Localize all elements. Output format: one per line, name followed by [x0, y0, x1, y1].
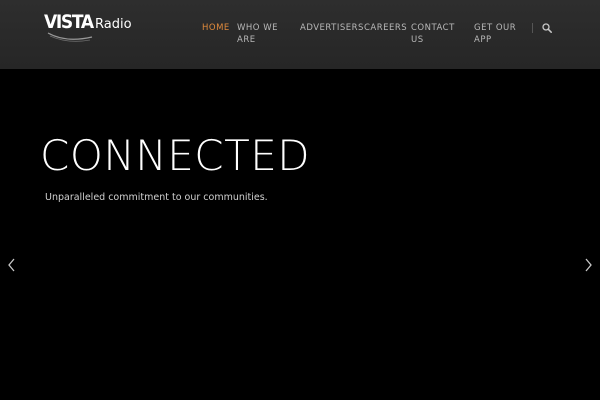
chevron-left-icon[interactable] — [6, 257, 18, 273]
nav-item-careers[interactable]: CAREERS — [364, 22, 407, 34]
nav-divider — [532, 23, 533, 33]
nav-item-who-we-are[interactable]: WHO WE ARE — [237, 22, 282, 46]
page: VISTA Radio HOME WHO WE ARE ADVERTISERS … — [0, 0, 600, 400]
nav-item-get-our-app[interactable]: GET OUR APP — [474, 22, 522, 46]
hero-title: CONNECTED — [40, 131, 311, 180]
hero-slider: CONNECTED Unparalleled commitment to our… — [0, 69, 600, 400]
search-icon[interactable] — [542, 23, 552, 33]
site-header: VISTA Radio HOME WHO WE ARE ADVERTISERS … — [0, 0, 600, 69]
nav-item-home[interactable]: HOME — [202, 22, 232, 34]
main-nav: HOME WHO WE ARE ADVERTISERS CAREERS CONT… — [0, 22, 600, 52]
hero-subtitle: Unparalleled commitment to our communiti… — [45, 192, 268, 203]
chevron-right-icon[interactable] — [582, 257, 594, 273]
nav-item-advertisers[interactable]: ADVERTISERS — [300, 22, 363, 34]
nav-item-contact-us[interactable]: CONTACT US — [411, 22, 456, 46]
